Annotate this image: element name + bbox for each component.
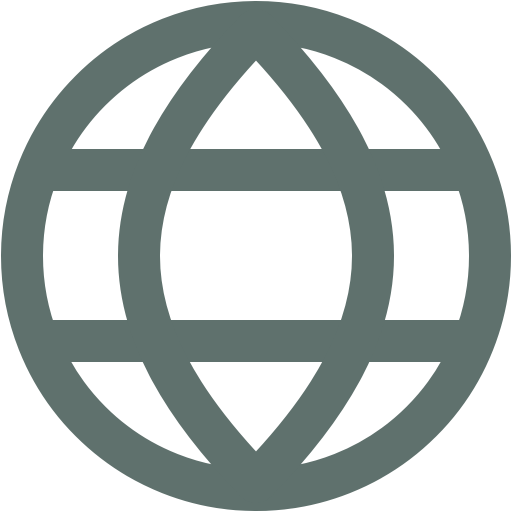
globe-icon <box>1 1 511 511</box>
icon-canvas <box>0 0 512 512</box>
globe-outline <box>1 1 511 511</box>
globe-meridian-lens <box>118 9 394 503</box>
